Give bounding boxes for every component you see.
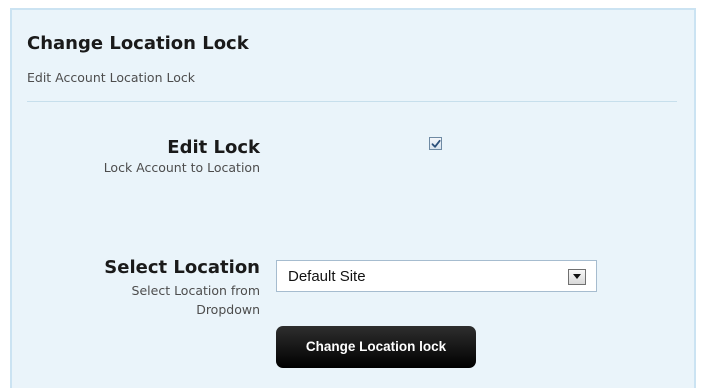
panel-subtitle: Edit Account Location Lock (27, 70, 195, 85)
edit-lock-checkbox[interactable] (429, 137, 442, 150)
chevron-down-icon (573, 274, 581, 279)
edit-lock-description: Lock Account to Location (103, 160, 260, 175)
select-location-label: Select Location (104, 257, 260, 278)
dropdown-arrow-button[interactable] (568, 269, 586, 285)
location-select[interactable]: Default Site (276, 260, 597, 292)
change-location-lock-button[interactable]: Change Location lock (276, 326, 476, 368)
edit-lock-label: Edit Lock (167, 137, 260, 158)
location-select-value: Default Site (288, 268, 366, 285)
divider (27, 101, 677, 102)
panel-title: Change Location Lock (27, 33, 249, 54)
checkmark-icon (431, 139, 441, 148)
select-location-description: Select Location from Dropdown (131, 283, 260, 317)
